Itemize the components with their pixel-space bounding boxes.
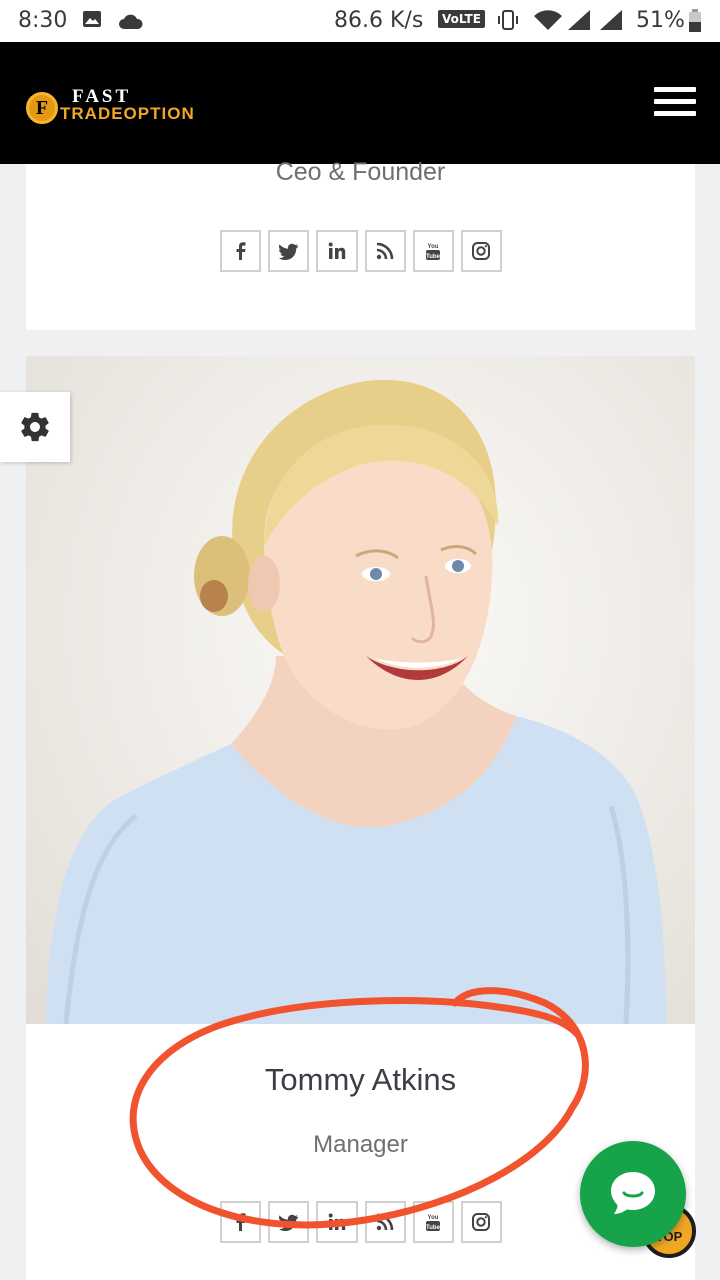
team-member-role: Ceo & Founder	[275, 158, 446, 186]
team-member-photo	[26, 356, 695, 1024]
signal-icon	[566, 8, 592, 38]
instagram-icon	[472, 242, 491, 260]
rss-icon	[376, 1213, 394, 1231]
youtube-icon: You Tube	[426, 244, 441, 260]
battery-icon	[688, 9, 702, 39]
linkedin-link[interactable]	[316, 1201, 358, 1243]
rss-link[interactable]	[364, 230, 406, 272]
youtube-link[interactable]: You Tube	[412, 1201, 454, 1243]
instagram-link[interactable]	[460, 1201, 503, 1243]
logo-coin-icon: F	[26, 92, 58, 124]
svg-text:Tube: Tube	[426, 254, 441, 260]
svg-text:You: You	[428, 244, 439, 250]
facebook-link[interactable]	[220, 230, 262, 272]
youtube-link[interactable]: You Tube	[412, 230, 454, 272]
team-card-ceo: Ceo & Founder You Tube	[26, 158, 695, 330]
network-speed: 86.6 K/s	[334, 8, 424, 33]
youtube-icon: You Tube	[426, 1215, 441, 1231]
battery-percent: 51%	[636, 8, 685, 33]
settings-button[interactable]	[0, 392, 70, 462]
cloud-icon	[118, 11, 144, 36]
rss-link[interactable]	[364, 1201, 406, 1243]
facebook-icon	[236, 1213, 246, 1231]
svg-text:You: You	[428, 1215, 439, 1221]
twitter-icon	[278, 243, 298, 260]
rss-icon	[376, 242, 394, 260]
team-member-role: Manager	[313, 1131, 408, 1158]
signal-icon-2	[598, 8, 624, 38]
site-logo[interactable]: F FAST TRADEOPTION	[26, 86, 206, 124]
linkedin-link[interactable]	[316, 230, 358, 272]
twitter-link[interactable]	[268, 1201, 310, 1243]
twitter-icon	[278, 1214, 298, 1231]
instagram-link[interactable]	[460, 230, 503, 272]
gear-icon	[21, 412, 49, 442]
hamburger-icon	[654, 87, 696, 92]
vibrate-icon	[496, 8, 520, 38]
chat-bubble-icon	[611, 1172, 655, 1214]
instagram-icon	[472, 1213, 491, 1231]
status-bar: 8:30 86.6 K/s VoLTE 51%	[0, 0, 720, 42]
gallery-icon	[82, 9, 102, 35]
linkedin-icon	[328, 242, 346, 259]
svg-text:Tube: Tube	[426, 1225, 441, 1231]
social-links: You Tube	[220, 1201, 503, 1243]
linkedin-icon	[328, 1213, 346, 1230]
volte-badge: VoLTE	[438, 10, 485, 28]
team-card-manager: Tommy Atkins Manager You Tube	[26, 356, 695, 1280]
hamburger-menu-button[interactable]	[654, 87, 696, 121]
facebook-link[interactable]	[220, 1201, 262, 1243]
team-member-name: Tommy Atkins	[264, 1062, 457, 1097]
twitter-link[interactable]	[268, 230, 310, 272]
wifi-icon	[532, 8, 564, 38]
chat-button[interactable]	[580, 1141, 686, 1247]
logo-text-bottom: TRADEOPTION	[60, 104, 195, 123]
status-time: 8:30	[18, 8, 68, 33]
site-header: F FAST TRADEOPTION	[0, 42, 720, 164]
facebook-icon	[236, 242, 246, 260]
social-links: You Tube	[220, 230, 503, 272]
